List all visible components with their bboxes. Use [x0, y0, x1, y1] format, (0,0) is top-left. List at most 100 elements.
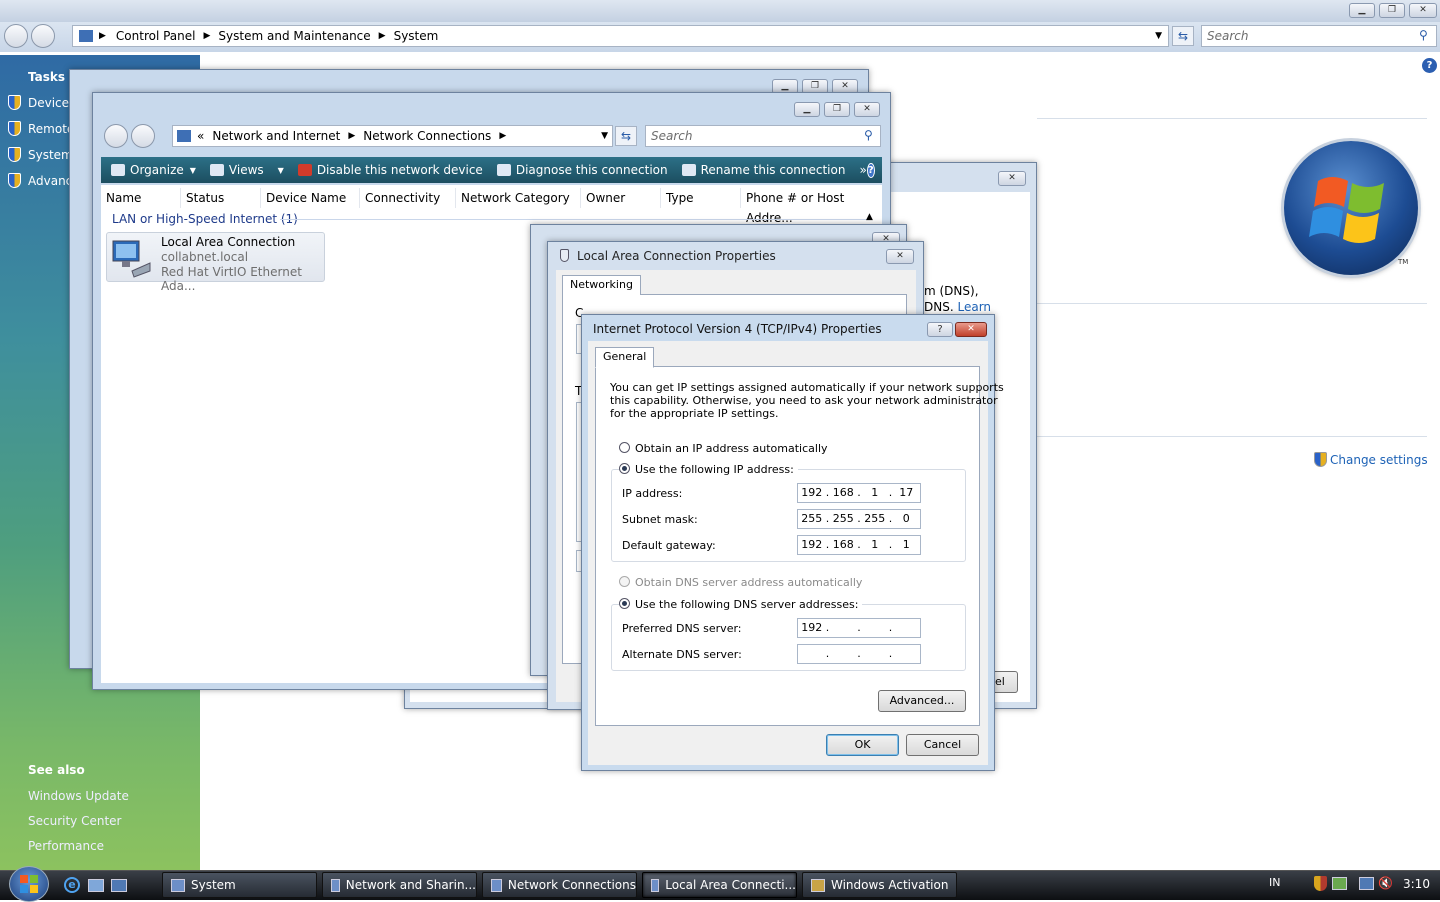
clock[interactable]: 3:10: [1403, 877, 1430, 891]
radio-use-following-dns[interactable]: Use the following DNS server addresses:: [619, 598, 863, 611]
show-desktop-icon[interactable]: [88, 879, 104, 892]
ip-address-input[interactable]: 192. 168. 1. 17: [797, 483, 921, 503]
cancel-button[interactable]: Cancel: [906, 734, 979, 756]
rename-button[interactable]: Rename this connection: [681, 163, 845, 177]
intro-line: this capability. Otherwise, you need to …: [610, 394, 998, 407]
search-input[interactable]: Search: [645, 125, 881, 147]
minimize-button[interactable]: ▁: [794, 102, 820, 117]
switch-windows-icon[interactable]: [111, 879, 127, 892]
group-collapse-icon[interactable]: ▲: [866, 212, 873, 222]
taskbar-item-windows-activation[interactable]: Windows Activation: [802, 872, 957, 898]
close-button[interactable]: ✕: [998, 171, 1026, 186]
close-button[interactable]: ✕: [955, 322, 987, 337]
minimize-button[interactable]: ▁: [1349, 3, 1375, 18]
ok-button[interactable]: OK: [826, 734, 899, 756]
column-status[interactable]: Status: [181, 188, 261, 208]
volume-muted-icon[interactable]: 🔇: [1378, 876, 1393, 890]
start-button[interactable]: [9, 866, 49, 902]
group-header[interactable]: LAN or High-Speed Internet (1): [112, 212, 298, 226]
breadcrumb-network-connections[interactable]: Network Connections: [363, 129, 491, 143]
column-type[interactable]: Type: [661, 188, 741, 208]
column-device-name[interactable]: Device Name: [261, 188, 360, 208]
link-performance[interactable]: Performance: [28, 839, 104, 853]
task-advanced-settings[interactable]: Advanc: [8, 173, 72, 188]
close-button[interactable]: ✕: [1409, 3, 1437, 18]
restore-button[interactable]: ❐: [1379, 3, 1405, 18]
help-icon[interactable]: ?: [866, 162, 875, 178]
radio-icon: [619, 576, 630, 587]
link-windows-update[interactable]: Windows Update: [28, 789, 129, 803]
taskbar-item-system[interactable]: System: [162, 872, 317, 898]
network-status-tray-icon[interactable]: [1359, 877, 1374, 890]
help-icon[interactable]: ?: [1422, 58, 1437, 73]
preferred-dns-input[interactable]: 192...: [797, 618, 921, 638]
breadcrumb-system[interactable]: System: [394, 29, 439, 43]
taskbar-item-local-area-connection[interactable]: Local Area Connecti...: [642, 872, 797, 898]
subnet-mask-input[interactable]: 255. 255. 255. 0: [797, 509, 921, 529]
task-remote-settings[interactable]: Remote: [8, 121, 74, 136]
change-settings-link[interactable]: Change settings: [1314, 452, 1428, 467]
views-label: Views: [228, 163, 264, 177]
forward-button[interactable]: [131, 124, 155, 148]
advanced-button[interactable]: Advanced...: [878, 690, 966, 712]
alternate-dns-input[interactable]: ...: [797, 644, 921, 664]
tab-general[interactable]: General: [595, 347, 655, 368]
search-icon[interactable]: ⚲: [864, 128, 873, 142]
task-system-protection[interactable]: System: [8, 147, 73, 162]
diagnose-button[interactable]: Diagnose this connection: [496, 163, 668, 177]
search-icon[interactable]: ⚲: [1419, 28, 1428, 42]
group-divider: [280, 219, 870, 220]
link-security-center[interactable]: Security Center: [28, 814, 121, 828]
search-input[interactable]: Search: [1201, 25, 1437, 47]
ip-address-label: IP address:: [622, 487, 683, 500]
restore-button[interactable]: ❐: [824, 102, 850, 117]
back-button[interactable]: [104, 124, 128, 148]
octet: [861, 645, 889, 663]
column-phone-host[interactable]: Phone # or Host Addre...: [741, 188, 882, 225]
breadcrumb-control-panel[interactable]: Control Panel: [116, 29, 196, 43]
radio-use-following-ip[interactable]: Use the following IP address:: [619, 463, 798, 476]
breadcrumb-network-internet[interactable]: Network and Internet: [212, 129, 340, 143]
tab-networking[interactable]: Networking: [562, 275, 641, 295]
taskbar-item-network-sharing[interactable]: Network and Sharin...: [322, 872, 477, 898]
help-button[interactable]: ?: [927, 322, 953, 337]
organize-button[interactable]: Organize ▼: [111, 163, 196, 177]
default-gateway-input[interactable]: 192. 168. 1. 1: [797, 535, 921, 555]
column-name[interactable]: Name: [101, 188, 181, 208]
divider: [1037, 303, 1427, 304]
refresh-icon[interactable]: ⇆: [615, 126, 637, 146]
ie-icon[interactable]: e: [64, 877, 80, 893]
intro-line: You can get IP settings assigned automat…: [610, 381, 1004, 394]
column-owner[interactable]: Owner: [581, 188, 661, 208]
chevron-down-icon[interactable]: ▼: [1155, 31, 1162, 41]
learn-link[interactable]: Learn: [957, 300, 991, 314]
language-indicator[interactable]: IN: [1269, 876, 1280, 889]
disable-device-button[interactable]: Disable this network device: [297, 163, 483, 177]
change-settings-label: Change settings: [1330, 452, 1428, 467]
radio-label: Use the following IP address:: [635, 463, 794, 476]
connection-item[interactable]: Local Area Connection collabnet.local Re…: [106, 232, 325, 293]
chevron-down-icon[interactable]: ▼: [601, 131, 608, 141]
close-button[interactable]: ✕: [886, 249, 914, 264]
views-button[interactable]: Views ▼: [209, 163, 284, 177]
octet: [861, 619, 889, 637]
task-device-manager[interactable]: Device I: [8, 95, 76, 110]
more-commands-button[interactable]: »: [859, 163, 866, 177]
address-bar[interactable]: ▶ Control Panel ▶ System and Maintenance…: [72, 25, 1169, 47]
organize-label: Organize: [130, 163, 184, 177]
refresh-icon[interactable]: ⇆: [1172, 26, 1194, 46]
back-button[interactable]: [4, 24, 28, 48]
column-connectivity[interactable]: Connectivity: [360, 188, 456, 208]
breadcrumb-system-maintenance[interactable]: System and Maintenance: [218, 29, 370, 43]
address-bar[interactable]: « Network and Internet ▶ Network Connect…: [172, 125, 613, 147]
network-tray-icon[interactable]: [1332, 877, 1347, 890]
breadcrumb-overflow[interactable]: «: [197, 129, 204, 143]
security-tray-icon[interactable]: [1314, 876, 1327, 891]
column-network-category[interactable]: Network Category: [456, 188, 581, 208]
windows-logo-icon: [1284, 141, 1418, 275]
lac-properties-title: Local Area Connection Properties: [577, 249, 776, 263]
forward-button[interactable]: [31, 24, 55, 48]
taskbar-item-network-connections[interactable]: Network Connections: [482, 872, 637, 898]
close-button[interactable]: ✕: [854, 102, 880, 117]
radio-obtain-ip-auto[interactable]: Obtain an IP address automatically: [619, 442, 828, 455]
